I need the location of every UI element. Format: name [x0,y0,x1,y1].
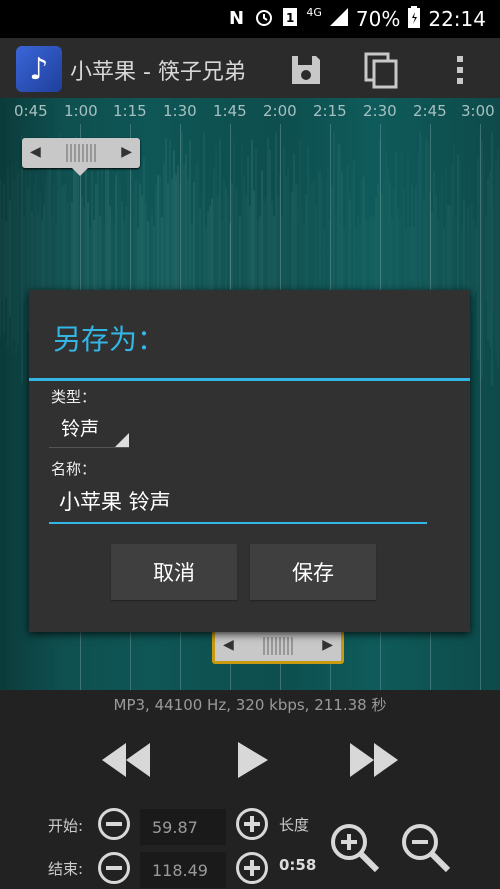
nfc-icon: N [228,7,246,32]
save-button[interactable]: 保存 [250,544,376,600]
dropdown-triangle-icon [115,433,129,447]
end-marker-handle[interactable]: ◀ ▶ [212,628,344,664]
zoom-in-icon[interactable] [327,820,385,878]
tick-label: 1:30 [163,102,197,120]
end-plus-button[interactable] [236,852,268,884]
length-label: 长度 [279,816,310,834]
length-value: 0:58 [279,856,317,874]
fast-forward-icon[interactable] [348,738,400,782]
left-arrow-icon: ◀ [30,144,41,160]
left-arrow-icon: ◀ [223,637,234,653]
tick-label: 3:00 [461,102,495,120]
tick-label: 2:15 [313,102,347,120]
save-as-dialog: 另存为： 类型： 铃声 名称： 小苹果 铃声 取消 保存 [29,290,470,632]
tick-label: 2:30 [363,102,397,120]
app-title: 小苹果 - 筷子兄弟 [70,60,246,85]
rewind-icon[interactable] [100,738,152,782]
start-minus-button[interactable] [98,808,130,840]
tick-label: 1:45 [213,102,247,120]
file-info: MP3, 44100 Hz, 320 kbps, 211.38 秒 [113,696,387,714]
tick-label: 1:00 [64,102,98,120]
cancel-button[interactable]: 取消 [111,544,237,600]
start-marker-handle[interactable]: ◀ ▶ [22,138,140,168]
end-label: 结束: [48,860,84,878]
start-value-field[interactable]: 59.87 [140,809,226,845]
plus-icon [244,816,260,832]
status-icons: N 1 4G 70% 22:14 [228,0,486,38]
start-marker-pointer [72,168,88,176]
name-label: 名称： [51,460,97,478]
tick-label: 2:45 [413,102,447,120]
start-plus-button[interactable] [236,808,268,840]
battery-icon [408,5,421,33]
dialog-title: 另存为： [53,323,166,356]
alarm-icon [254,7,274,32]
tick-label: 0:45 [14,102,48,120]
type-value: 铃声 [61,418,100,440]
end-value-field[interactable]: 118.49 [140,852,226,888]
right-arrow-icon: ▶ [322,637,333,653]
type-label: 类型： [51,388,97,406]
zoom-out-icon[interactable] [398,820,456,878]
grip-icon [66,144,96,162]
dialog-divider [29,378,470,381]
end-minus-button[interactable] [98,852,130,884]
save-icon[interactable] [286,50,326,90]
svg-text:N: N [229,8,244,27]
clock: 22:14 [428,7,486,31]
minus-icon [106,822,122,826]
play-icon[interactable] [236,738,270,782]
plus-icon [244,860,260,876]
right-arrow-icon: ▶ [121,144,132,160]
sim-icon: 1 [282,7,298,32]
music-note-icon[interactable]: ♪ [16,46,62,92]
start-label: 开始: [48,817,84,835]
overflow-menu-icon[interactable] [440,50,480,90]
tick-label: 1:15 [113,102,147,120]
type-spinner[interactable]: 铃声 [49,408,129,448]
copy-icon[interactable] [362,50,402,90]
minus-icon [106,866,122,870]
svg-text:1: 1 [286,11,294,25]
time-ruler: 0:45 1:00 1:15 1:30 1:45 2:00 2:15 2:30 … [0,98,500,124]
grip-icon [263,637,293,655]
tick-label: 2:00 [263,102,297,120]
signal-icon [329,7,348,31]
name-input[interactable]: 小苹果 铃声 [49,480,427,524]
battery-text: 70% [355,7,401,31]
network-type: 4G [306,6,322,19]
status-bar: N 1 4G 70% 22:14 [0,0,500,38]
